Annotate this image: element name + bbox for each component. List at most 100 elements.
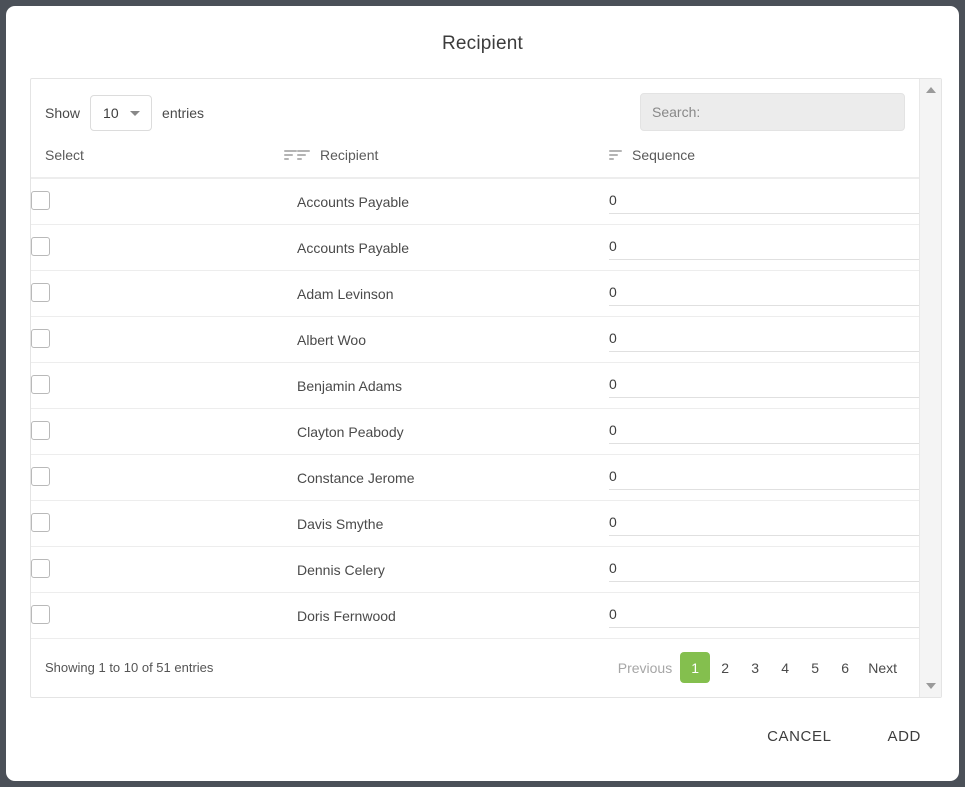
table-row: Albert Woo [31, 316, 919, 363]
row-select-checkbox[interactable] [31, 466, 50, 486]
row-select-checkbox[interactable] [31, 512, 50, 532]
cell-recipient: Benjamin Adams [297, 362, 609, 409]
table-head: Select Recipient Sequence [31, 141, 919, 179]
entries-info: Showing 1 to 10 of 51 entries [45, 660, 214, 675]
scroll-down-arrow-icon[interactable] [925, 683, 936, 689]
search-input[interactable] [640, 93, 905, 131]
chevron-down-icon [130, 111, 141, 116]
column-header-select[interactable]: Select [31, 141, 297, 179]
cell-sequence [609, 454, 919, 501]
cell-recipient: Davis Smythe [297, 500, 609, 547]
pagination-previous[interactable]: Previous [610, 652, 680, 683]
add-button[interactable]: ADD [874, 720, 935, 753]
cell-recipient: Doris Fernwood [297, 592, 609, 639]
dialog-title: Recipient [441, 33, 523, 54]
cancel-button[interactable]: CANCEL [753, 720, 845, 753]
row-select-checkbox[interactable] [31, 328, 50, 348]
pagination-next[interactable]: Next [860, 652, 905, 683]
row-select-checkbox[interactable] [31, 374, 50, 394]
cell-sequence [609, 546, 919, 593]
pagination-page[interactable]: 3 [740, 652, 770, 683]
column-label-select: Select [45, 147, 84, 163]
entries-per-page-value: 10 [103, 105, 119, 121]
cell-select [31, 592, 297, 639]
table-row: Doris Fernwood [31, 592, 919, 639]
sort-icon-recipient[interactable] [297, 150, 310, 160]
cell-recipient: Albert Woo [297, 316, 609, 363]
sort-icon-sequence-leading[interactable] [609, 150, 622, 160]
cell-select [31, 546, 297, 593]
column-label-sequence: Sequence [632, 147, 696, 163]
cell-select [31, 500, 297, 547]
cell-select [31, 316, 297, 363]
row-select-checkbox[interactable] [31, 190, 50, 210]
entries-per-page-select[interactable]: 10 [90, 95, 153, 131]
column-label-recipient: Recipient [320, 147, 379, 163]
row-select-checkbox[interactable] [31, 558, 50, 578]
datatable-scroll-viewport: Show 10 entries Select [31, 79, 919, 697]
table-row: Constance Jerome [31, 454, 919, 501]
table-row: Clayton Peabody [31, 408, 919, 455]
sequence-input[interactable] [609, 327, 919, 352]
table-row: Benjamin Adams [31, 362, 919, 409]
cell-recipient: Clayton Peabody [297, 408, 609, 455]
pagination-page[interactable]: 6 [830, 652, 860, 683]
cell-sequence [609, 592, 919, 639]
pagination-page[interactable]: 1 [680, 652, 711, 683]
cell-recipient: Adam Levinson [297, 270, 609, 317]
pagination: Previous 1 2 3 4 5 6 Next [610, 652, 905, 683]
row-select-checkbox[interactable] [31, 236, 50, 256]
cell-recipient: Dennis Celery [297, 546, 609, 593]
dialog-actions: CANCEL ADD [725, 720, 935, 753]
cell-select [31, 362, 297, 409]
recipients-table: Select Recipient Sequence Accounts Payab… [31, 141, 919, 639]
table-row: Adam Levinson [31, 270, 919, 317]
scroll-up-arrow-icon[interactable] [925, 87, 936, 93]
cell-recipient: Accounts Payable [297, 178, 609, 225]
sequence-input[interactable] [609, 373, 919, 398]
pagination-page[interactable]: 2 [710, 652, 740, 683]
datatable-controls: Show 10 entries [31, 79, 919, 141]
cell-sequence [609, 500, 919, 547]
sequence-input[interactable] [609, 603, 919, 628]
cell-sequence [609, 316, 919, 363]
column-header-recipient[interactable]: Recipient [297, 141, 609, 179]
table-row: Davis Smythe [31, 500, 919, 547]
search-container [640, 93, 905, 131]
entries-label: entries [162, 105, 205, 121]
cell-sequence [609, 178, 919, 225]
cell-sequence [609, 270, 919, 317]
sequence-input[interactable] [609, 465, 919, 490]
sequence-input[interactable] [609, 419, 919, 444]
sort-icon-select[interactable] [284, 150, 297, 160]
datatable-footer: Showing 1 to 10 of 51 entries Previous 1 2… [31, 639, 919, 695]
table-header-row: Select Recipient Sequence [31, 141, 919, 179]
table-row: Accounts Payable [31, 178, 919, 225]
cell-sequence [609, 224, 919, 271]
pagination-page[interactable]: 4 [770, 652, 800, 683]
cell-sequence [609, 408, 919, 455]
pagination-page[interactable]: 5 [800, 652, 830, 683]
sequence-input[interactable] [609, 281, 919, 306]
vertical-scrollbar[interactable] [919, 79, 941, 697]
datatable-panel: Show 10 entries Select [30, 78, 942, 698]
cell-select [31, 454, 297, 501]
sequence-input[interactable] [609, 235, 919, 260]
cell-select [31, 224, 297, 271]
sequence-input[interactable] [609, 189, 919, 214]
recipient-dialog: Recipient Show 10 entries Search: Select… [6, 6, 959, 781]
sequence-input[interactable] [609, 511, 919, 536]
table-row: Dennis Celery [31, 546, 919, 593]
row-select-checkbox[interactable] [31, 420, 50, 440]
sequence-input[interactable] [609, 557, 919, 582]
row-select-checkbox[interactable] [31, 282, 50, 302]
cell-select [31, 408, 297, 455]
row-select-checkbox[interactable] [31, 604, 50, 624]
column-header-sequence[interactable]: Sequence [609, 141, 919, 179]
cell-sequence [609, 362, 919, 409]
entries-length-menu: Show 10 entries [45, 95, 204, 131]
cell-recipient: Accounts Payable [297, 224, 609, 271]
table-row: Accounts Payable [31, 224, 919, 271]
cell-select [31, 178, 297, 225]
show-label: Show [45, 105, 81, 121]
